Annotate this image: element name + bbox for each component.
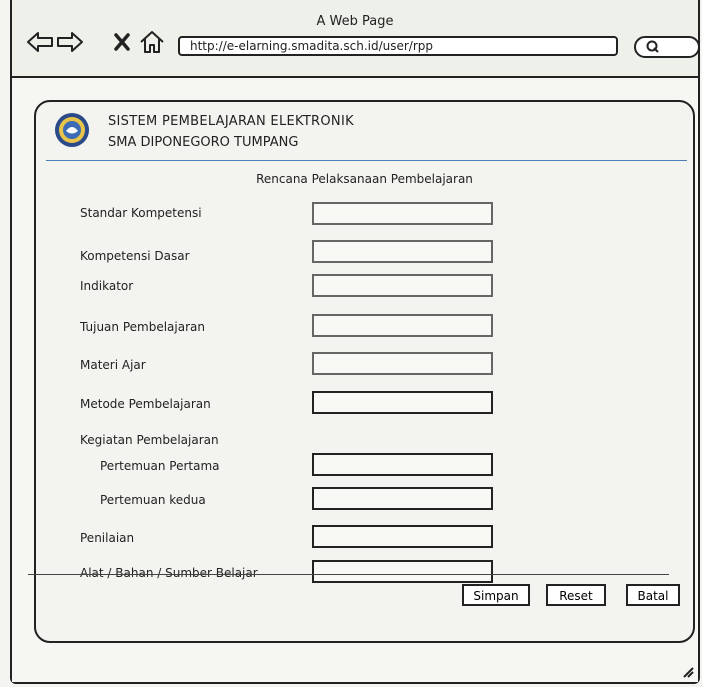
materi-ajar-input[interactable] (312, 352, 493, 375)
label-kegiatan-pembelajaran: Kegiatan Pembelajaran (80, 433, 219, 447)
kompetensi-dasar-input[interactable] (312, 240, 493, 263)
forward-arrow-icon[interactable] (56, 30, 84, 54)
system-title: SISTEM PEMBELAJARAN ELEKTRONIK (108, 114, 354, 129)
footer-divider (28, 574, 669, 575)
label-pertemuan-pertama: Pertemuan Pertama (100, 459, 220, 473)
label-materi-ajar: Materi Ajar (80, 358, 146, 372)
penilaian-input[interactable] (312, 525, 493, 548)
window-title: A Web Page (316, 14, 394, 29)
alat-bahan-sumber-input[interactable] (312, 560, 493, 583)
page-content: SISTEM PEMBELAJARAN ELEKTRONIK SMA DIPON… (12, 78, 698, 682)
label-pertemuan-kedua: Pertemuan kedua (100, 493, 206, 507)
reset-button[interactable]: Reset (546, 584, 606, 606)
label-indikator: Indikator (80, 279, 134, 293)
label-standar-kompetensi: Standar Kompetensi (80, 206, 202, 220)
metode-pembelajaran-input[interactable] (312, 391, 493, 414)
browser-window: A Web Page http://e-elarning.smadita.sch… (10, 0, 700, 684)
school-logo-icon (55, 113, 89, 147)
search-icon (646, 40, 659, 53)
browser-toolbar: A Web Page http://e-elarning.smadita.sch… (12, 0, 700, 78)
rpp-form-panel: SISTEM PEMBELAJARAN ELEKTRONIK SMA DIPON… (34, 100, 695, 643)
label-penilaian: Penilaian (80, 531, 135, 545)
pertemuan-pertama-input[interactable] (312, 453, 493, 476)
save-button[interactable]: Simpan (462, 584, 530, 606)
url-input[interactable]: http://e-elarning.smadita.sch.id/user/rp… (178, 36, 618, 56)
header-divider (46, 160, 687, 161)
label-alat-bahan-sumber: Alat / Bahan / Sumber Belajar (80, 566, 258, 580)
indikator-input[interactable] (312, 274, 493, 297)
form-title: Rencana Pelaksanaan Pembelajaran (256, 172, 473, 186)
label-tujuan-pembelajaran: Tujuan Pembelajaran (80, 320, 205, 334)
tujuan-pembelajaran-input[interactable] (312, 314, 493, 337)
standar-kompetensi-input[interactable] (312, 202, 493, 225)
cancel-button[interactable]: Batal (626, 584, 680, 606)
search-box[interactable] (634, 36, 700, 58)
close-icon[interactable] (108, 30, 136, 54)
pertemuan-kedua-input[interactable] (312, 487, 493, 510)
back-arrow-icon[interactable] (26, 30, 54, 54)
home-icon[interactable] (138, 30, 166, 54)
resize-handle-icon[interactable] (682, 666, 694, 678)
label-kompetensi-dasar: Kompetensi Dasar (80, 249, 190, 263)
label-metode-pembelajaran: Metode Pembelajaran (80, 397, 211, 411)
school-name: SMA DIPONEGORO TUMPANG (108, 135, 299, 150)
